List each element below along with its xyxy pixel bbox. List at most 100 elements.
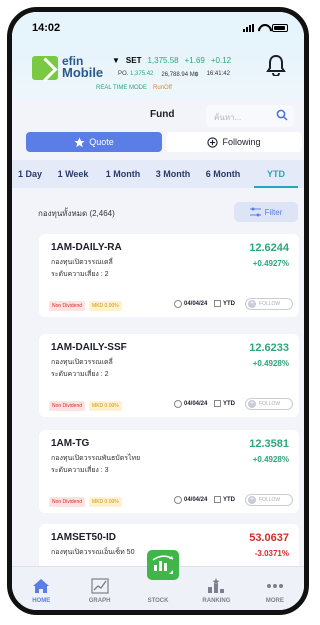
calendar-icon [214,400,221,407]
fund-price: 53.0637 [249,532,289,544]
period-label: YTD [214,300,235,307]
nav-stock-label: STOCK [147,598,169,604]
brand-line2: Mobile [62,65,104,80]
nav-more[interactable]: MORE [246,567,304,610]
fund-card[interactable]: 1AM-TG กองทุนเปิดวรรณพันธบัตรไทย ระดับคว… [39,430,299,513]
dividend-badge: Non Dividend [49,301,86,311]
calendar-icon [214,300,221,307]
nav-date: 04/04/24 [174,400,207,408]
fund-price: 12.3581 [249,438,289,450]
stock-button[interactable] [147,550,179,580]
plus-circle-icon [207,136,219,148]
nav-home[interactable]: HOME [12,567,70,610]
home-icon [33,579,50,593]
dropdown-caret-icon: ▼ [112,56,120,65]
quote-tab[interactable]: Quote [26,132,162,152]
fund-change: -3.0371% [254,549,289,558]
clock-icon [174,400,182,408]
signal-icon [243,24,254,32]
calendar-icon [214,496,221,503]
system-icons [243,24,288,32]
follow-button[interactable]: + FOLLOW [245,494,293,506]
nav-home-label: HOME [32,598,51,604]
fund-type: กองทุนเปิดวรรณพันธบัตรไทย [51,455,141,462]
index-details: PO. 1,375.42 26,788.94 M฿ 16:41:42 [118,71,230,78]
tab-1-month[interactable]: 1 Month [98,160,148,188]
fund-risk: ระดับความเสี่ยง : 3 [51,467,109,474]
search-placeholder: ค้นหา... [214,113,242,122]
nav-ranking-label: RANKING [202,598,231,604]
fund-name: 1AM-TG [51,438,90,449]
fund-name: 1AMSET50-ID [51,532,117,543]
view-toggle: Quote Following [26,132,302,152]
status-bar: 14:02 [12,12,304,44]
nav-more-label: MORE [265,598,284,604]
filter-button[interactable]: Filter [234,202,298,222]
fund-type: กองทุนเปิดวรรณเดลี่ [51,259,113,266]
battery-icon [272,24,288,32]
search-icon [276,109,288,121]
page-title: Fund [150,109,175,120]
tab-1-week[interactable]: 1 Week [48,160,98,188]
more-icon [266,584,283,588]
nav-ranking[interactable]: RANKING [187,567,245,610]
follow-button[interactable]: + FOLLOW [245,398,293,410]
search-input[interactable]: ค้นหา... [206,105,294,127]
fund-badges: Non Dividend MKD 0.00% [49,401,122,411]
list-header: กองทุนทั้งหมด (2,464) Filter [12,198,304,226]
dividend-badge: Non Dividend [49,497,86,507]
nav-graph[interactable]: GRAPH [70,567,128,610]
following-tab[interactable]: Following [166,132,302,152]
index-change-pct: +0.12 [210,56,232,65]
phone-frame: 14:02 efin Mobile ▼ SET 1,375.58 +1.69 +… [7,7,309,615]
status-time: 14:02 [32,22,61,34]
fund-badges: Non Dividend MKD 0.00% [49,497,122,507]
period-tabs: 1 Day 1 Week 1 Month 3 Month 6 Month YTD [12,160,304,188]
tab-ytd[interactable]: YTD [248,160,304,188]
mkd-badge: MKD 0.00% [89,497,122,507]
nav-date: 04/04/24 [174,496,207,504]
mkd-badge: MKD 0.00% [89,301,122,311]
mode-label: REAL TIME MODE [96,85,148,91]
tab-3-month[interactable]: 3 Month [148,160,198,188]
index-ticker[interactable]: ▼ SET 1,375.58 +1.69 +0.12 [112,56,231,65]
title-row: Fund ค้นหา... [12,100,304,128]
fund-change: +0.4927% [252,259,289,268]
filter-icon [249,207,261,217]
fund-price: 12.6233 [249,342,289,354]
index-value: 1,375.58 [147,56,179,65]
fund-risk: ระดับความเสี่ยง : 2 [51,271,109,278]
market-clock: 16:41:42 [206,71,230,77]
nav-date: 04/04/24 [174,300,207,308]
plus-icon: + [248,300,256,308]
fund-card[interactable]: 1AM-DAILY-SSF กองทุนเปิดวรรณเดลี่ ระดับค… [39,334,299,417]
tab-1-day[interactable]: 1 Day [12,160,48,188]
turnover: 26,788.94 M฿ [161,72,199,78]
clock-icon [174,300,182,308]
po-label: PO. 1,375.42 [118,71,154,77]
follow-button[interactable]: + FOLLOW [245,298,293,310]
fund-type: กองทุนเปิดวรรณเอ็นเซ็ท 50 [51,549,135,556]
nav-graph-label: GRAPH [88,598,111,604]
app-header: efin Mobile ▼ SET 1,375.58 +1.69 +0.12 P… [12,44,304,100]
filter-label: Filter [264,207,283,217]
fund-count: กองทุนทั้งหมด (2,464) [38,209,115,218]
period-label: YTD [214,496,235,503]
clock-icon [174,496,182,504]
mode-state: RunOff [153,85,172,91]
app-screen: 14:02 efin Mobile ▼ SET 1,375.58 +1.69 +… [12,12,304,610]
quote-tab-label: Quote [89,137,114,147]
tab-6-month[interactable]: 6 Month [198,160,248,188]
stock-icon [152,555,174,574]
fund-change: +0.4928% [252,455,289,464]
graph-icon [91,578,109,594]
notification-bell-icon[interactable] [266,54,286,77]
wifi-icon [258,24,268,32]
index-change: +1.69 [184,56,205,65]
fund-card[interactable]: 1AM-DAILY-RA กองทุนเปิดวรรณเดลี่ ระดับคว… [39,234,299,317]
realtime-mode: REAL TIME MODE RunOff [96,85,172,91]
dividend-badge: Non Dividend [49,401,86,411]
plus-icon: + [248,400,256,408]
fund-badges: Non Dividend MKD 0.00% [49,301,122,311]
fund-name: 1AM-DAILY-RA [51,242,122,253]
